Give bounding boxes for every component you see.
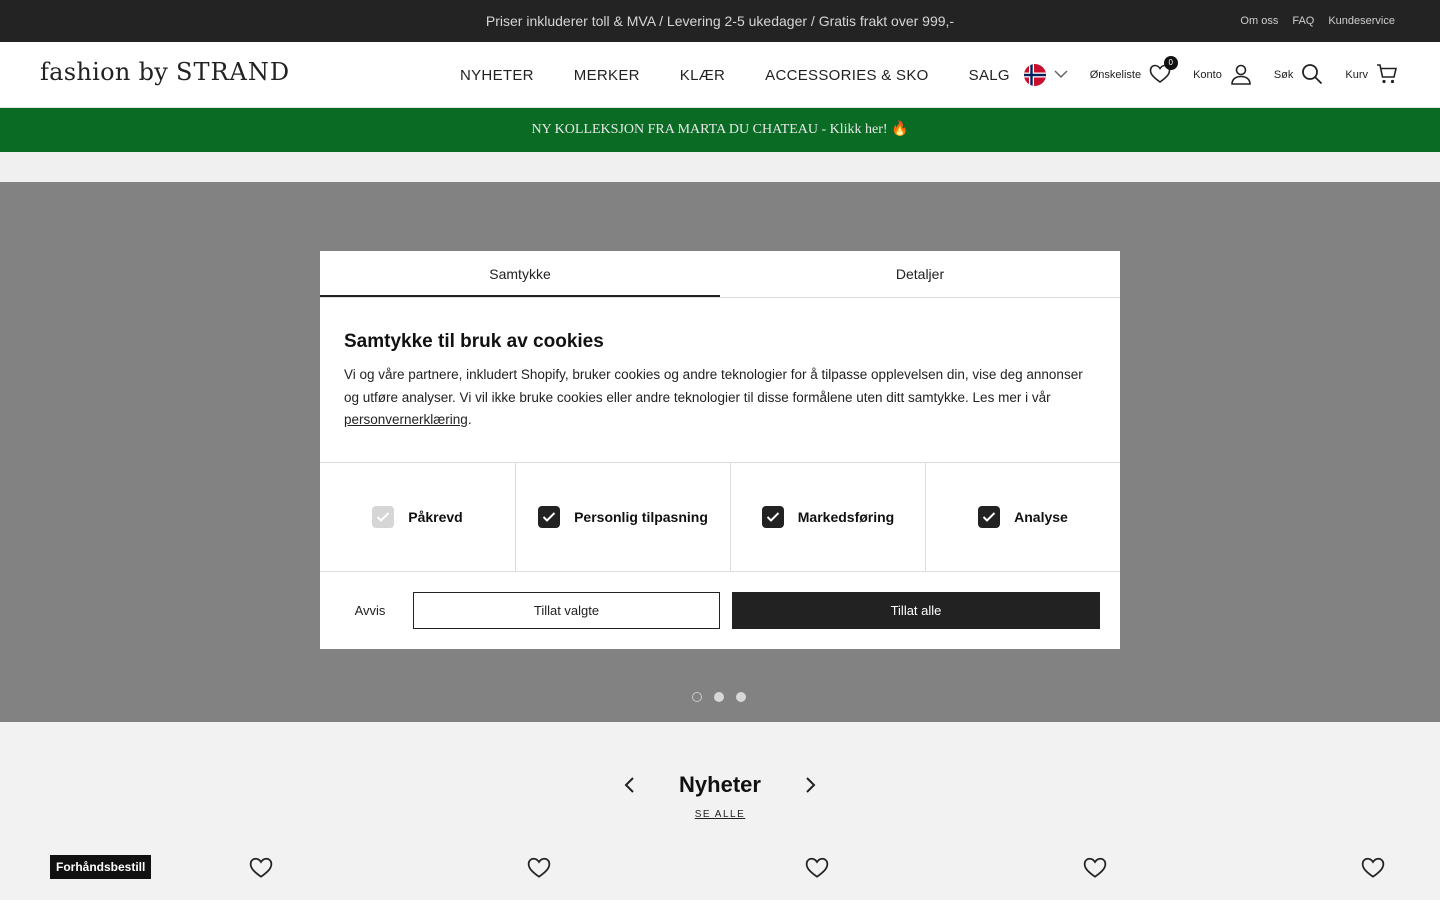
header-tools: Ønskeliste 0 Konto Søk Kurv [1002,42,1398,108]
account-button[interactable]: Konto [1193,63,1252,88]
wishlist-heart-icon[interactable] [1083,856,1107,880]
consent-description-end: . [467,412,472,427]
category-marketing: Markedsføring [731,463,926,571]
cart-icon [1376,63,1398,88]
wishlist-count-badge: 0 [1163,55,1178,70]
allow-selected-button[interactable]: Tillat valgte [413,592,720,629]
see-all-link-text[interactable]: SE ALLE [695,809,746,820]
consent-categories: Påkrevd Personlig tilpasning Markedsføri… [320,462,1120,572]
tab-details[interactable]: Detaljer [720,251,1120,297]
wishlist-button[interactable]: Ønskeliste 0 [1089,55,1178,87]
user-icon [1230,63,1252,88]
privacy-policy-link[interactable]: personvernerklæring [344,412,468,427]
promo-banner[interactable]: NY KOLLEKSJON FRA MARTA DU CHATEAU - Kli… [0,108,1440,152]
consent-description: Vi og våre partnere, inkludert Shopify, … [344,364,1094,432]
category-marketing-label: Markedsføring [797,509,895,525]
category-analytics-label: Analyse [1014,509,1068,525]
about-link[interactable]: Om oss [1240,15,1278,27]
main-nav: NYHETER MERKER KLÆR ACCESSORIES & SKO SA… [460,42,1010,108]
consent-title: Samtykke til bruk av cookies [344,331,604,352]
wishlist-heart-icon[interactable] [1361,856,1385,880]
nav-news[interactable]: NYHETER [460,67,534,84]
preorder-badge: Forhåndsbestill [50,855,152,879]
norway-flag-icon [1023,64,1046,86]
wishlist-heart-icon[interactable] [249,856,273,880]
wishlist-heart-icon[interactable] [527,856,551,880]
category-personalization: Personlig tilpasning [516,463,731,571]
consent-actions: Avvis Tillat valgte Tillat alle [320,592,1120,630]
search-icon [1301,63,1323,88]
wishlist-heart-icon[interactable] [805,856,829,880]
nav-clothing[interactable]: KLÆR [680,67,725,84]
allow-all-button[interactable]: Tillat alle [732,592,1100,629]
chevron-right-icon[interactable] [800,775,820,795]
faq-link[interactable]: FAQ [1292,15,1314,27]
slide-dot-2[interactable] [714,692,724,702]
slide-dot-1[interactable] [692,692,702,702]
customer-service-link[interactable]: Kundeservice [1328,15,1395,27]
category-required: Påkrevd [320,463,516,571]
slideshow-dots [692,692,746,702]
consent-tabs: Samtykke Detaljer [320,251,1120,298]
cart-label: Kurv [1345,69,1368,81]
category-required-label: Påkrevd [408,509,463,525]
checkbox-analytics[interactable] [978,506,1001,528]
category-analytics: Analyse [926,463,1120,571]
logo[interactable]: fashion by STRAND [40,58,290,86]
checkbox-required [372,506,395,528]
announcement-text: Priser inkluderer toll & MVA / Levering … [485,13,955,29]
logo-brand: STRAND [176,58,291,86]
search-button[interactable]: Søk [1274,63,1324,88]
category-personalization-label: Personlig tilpasning [574,509,708,525]
page-backdrop [0,152,1440,182]
chevron-down-icon [1054,69,1068,82]
top-links: Om oss FAQ Kundeservice [1240,0,1395,42]
cookie-consent-dialog: Samtykke Detaljer Samtykke til bruk av c… [320,251,1120,649]
reject-button[interactable]: Avvis [344,592,396,630]
consent-description-text: Vi og våre partnere, inkludert Shopify, … [344,367,1083,405]
tab-consent[interactable]: Samtykke [320,251,720,297]
account-label: Konto [1193,69,1222,81]
logo-prefix: fashion by [40,58,177,86]
slide-dot-3[interactable] [736,692,746,702]
nav-accessories[interactable]: ACCESSORIES & SKO [765,67,928,84]
checkbox-marketing[interactable] [761,506,784,528]
see-all-link: SE ALLE [0,809,1440,820]
site-header: fashion by STRAND NYHETER MERKER KLÆR AC… [0,42,1440,108]
nav-brands[interactable]: MERKER [574,67,640,84]
search-label: Søk [1273,69,1294,81]
announcement-bar: Priser inkluderer toll & MVA / Levering … [0,0,1440,42]
wishlist-label: Ønskeliste [1089,69,1142,81]
checkbox-personalization[interactable] [538,506,561,528]
cart-button[interactable]: Kurv [1345,63,1398,88]
country-selector[interactable] [1023,64,1068,86]
section-title: Nyheter [679,772,761,797]
